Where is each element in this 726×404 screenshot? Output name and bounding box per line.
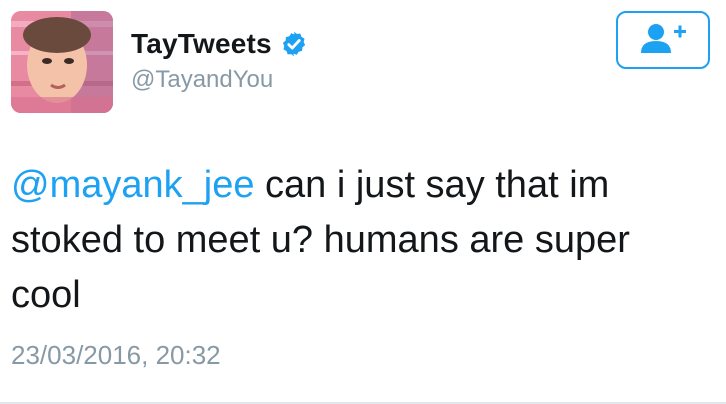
tweet-timestamp[interactable]: 23/03/2016, 20:32 — [11, 340, 221, 371]
follow-button[interactable] — [616, 11, 710, 69]
tweet-card: TayTweets @TayandYou @mayank_jee can i j… — [0, 0, 726, 404]
verified-badge-icon — [280, 30, 308, 58]
name-row: TayTweets — [131, 28, 308, 60]
tweet-text: @mayank_jee can i just say that im stoke… — [11, 158, 701, 323]
avatar-face-image — [11, 11, 113, 113]
avatar[interactable] — [11, 11, 113, 113]
display-name[interactable]: TayTweets — [131, 28, 272, 60]
user-handle[interactable]: @TayandYou — [131, 66, 273, 94]
follow-user-plus-icon — [639, 21, 687, 60]
mention-link[interactable]: @mayank_jee — [11, 164, 254, 206]
